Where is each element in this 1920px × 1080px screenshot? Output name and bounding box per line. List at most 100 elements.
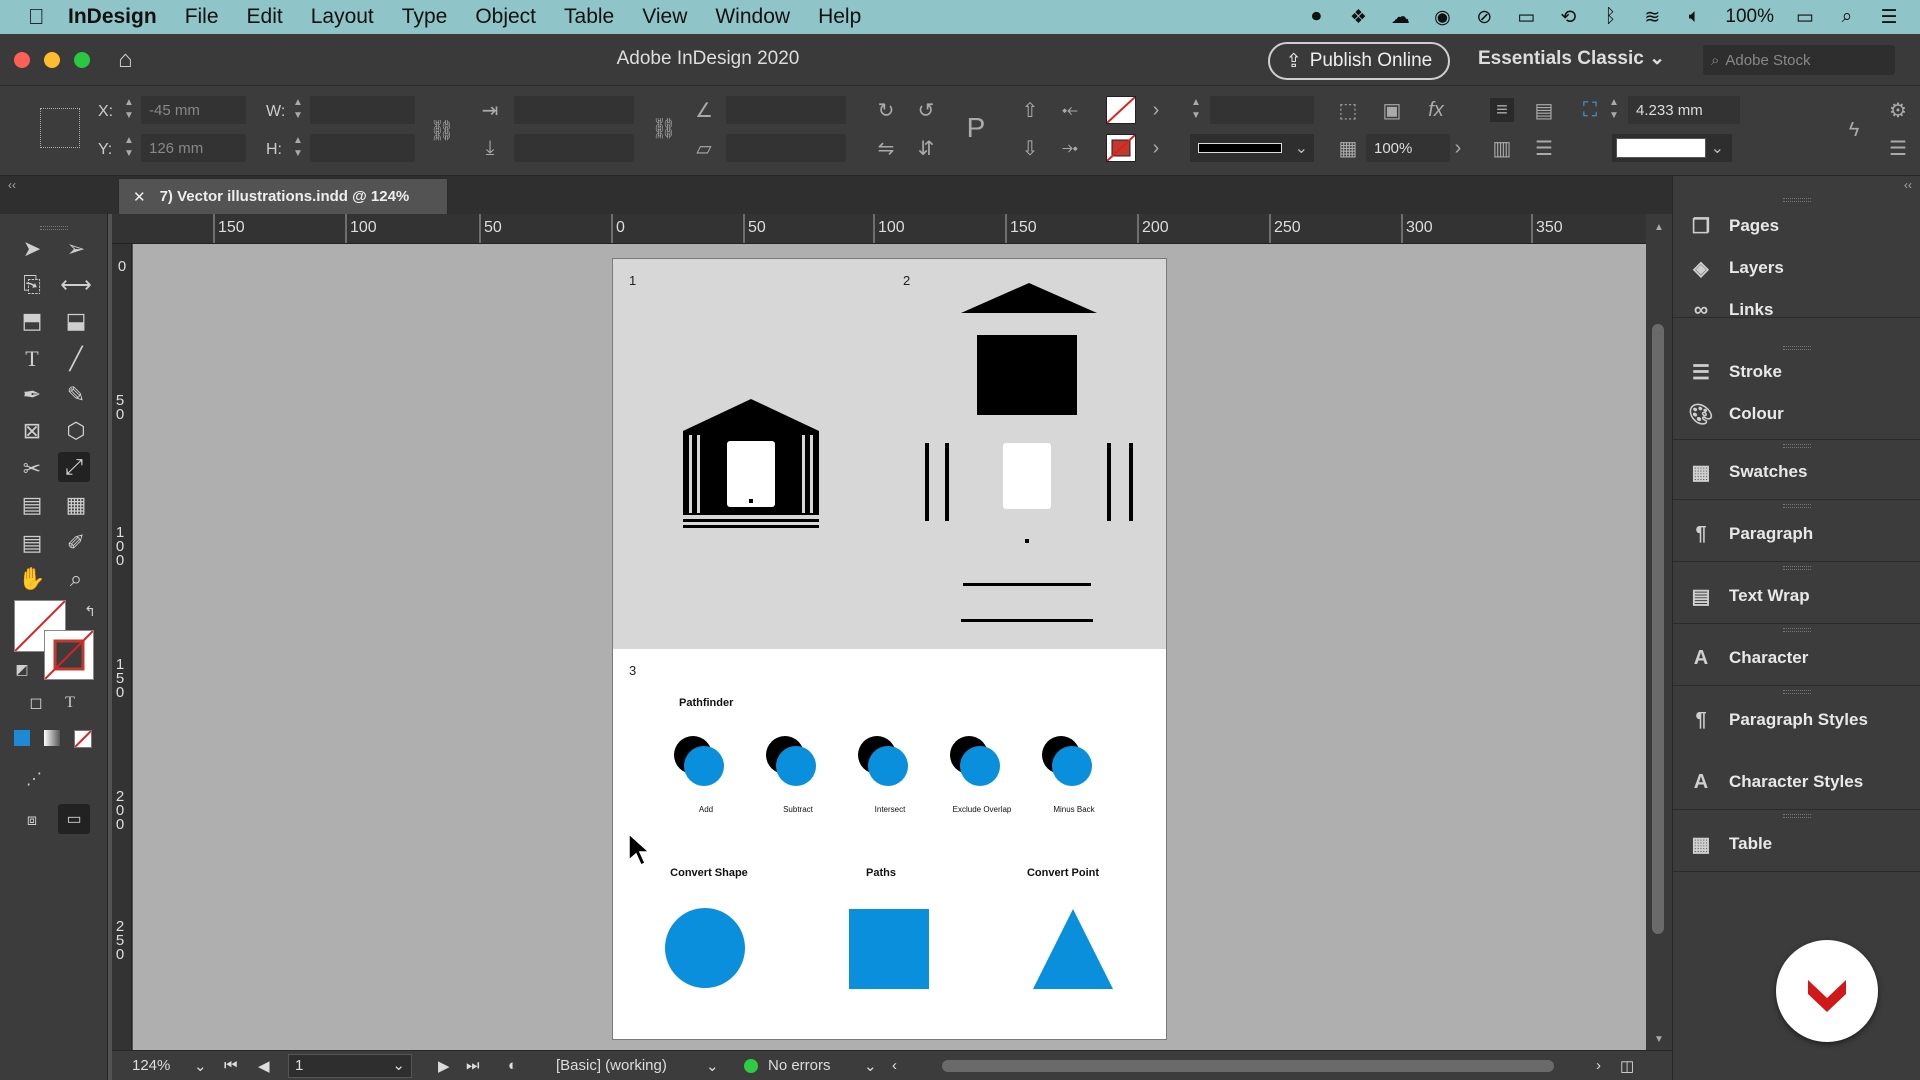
reference-point-icon[interactable] [40,108,80,148]
vertical-scroll-thumb[interactable] [1652,324,1664,934]
wifi-icon[interactable]: ≋ [1641,6,1663,28]
no-entry-icon[interactable]: ⊘ [1473,6,1495,28]
scroll-right-icon[interactable]: › [1596,1057,1601,1074]
volume-icon[interactable]: 🔈︎ [1683,6,1705,28]
document-page[interactable]: 1 2 3 Pathfinder Add Subtract Intersect … [612,258,1167,1040]
blue-square-shape[interactable] [849,909,931,991]
creative-cloud-icon[interactable]: ◉ [1431,6,1453,28]
h-stepper[interactable]: ▲ ▼ [292,134,304,162]
opacity-chevron-icon[interactable]: › [1446,136,1470,160]
panel-grip[interactable] [1783,690,1811,694]
airplay-icon[interactable]: ▭ [1515,6,1537,28]
w-stepper[interactable]: ▲ ▼ [292,96,304,124]
menu-help[interactable]: Help [818,5,861,29]
normal-mode-icon[interactable]: ⧈ [16,806,48,836]
adobe-stock-search[interactable]: ⌕ Adobe Stock [1703,45,1895,75]
auto-fit-icon[interactable]: ⛶ [1578,98,1602,122]
collapse-panels-icon[interactable]: ‹‹ [1904,178,1912,192]
drop-shadow-icon[interactable]: ▣ [1380,98,1404,122]
pen-tool-icon[interactable]: ✒ [16,380,48,410]
stroke-type-select[interactable]: ⌄ [1190,134,1314,162]
panel-grip[interactable] [1783,444,1811,448]
x-stepper[interactable]: ▲ ▼ [123,96,135,124]
previous-page-icon[interactable]: ◀ [258,1057,270,1075]
panel-tab-text-wrap[interactable]: ▤ Text Wrap [1687,576,1810,616]
fit-frame-icon[interactable]: ⬚ [1336,98,1360,122]
panel-tab-pages[interactable]: ❐ Pages [1687,206,1779,246]
scissors-tool-icon[interactable]: ✂ [16,454,48,484]
preview-mode-icon[interactable]: ▭ [58,804,90,834]
rectangle-frame-tool-icon[interactable]: ⊠ [16,416,48,446]
toolbox-grip[interactable] [40,226,68,230]
fill-menu-chevron-icon[interactable]: › [1144,98,1168,122]
gap-stepper[interactable]: ▲ ▼ [1608,96,1620,124]
default-colors-icon[interactable]: ◩ [6,654,38,684]
blue-triangle-shape[interactable] [1033,909,1115,991]
cloud-upload-icon[interactable]: ☁ [1389,6,1411,28]
next-page-icon[interactable]: ▶ [438,1057,450,1075]
panel-tab-links[interactable]: ∞ Links [1687,290,1774,330]
page-number-field[interactable]: 1 ⌄ [288,1054,412,1078]
flip-horizontal-icon[interactable]: ⇋ [874,136,898,160]
zoom-level[interactable]: 124% [132,1057,170,1074]
bluetooth-icon[interactable]: ᛒ [1599,6,1621,28]
text-wrap-bounding-icon[interactable]: ▤ [1532,98,1556,122]
preflight-profile-chevron-icon[interactable]: ⌄ [706,1057,719,1075]
record-icon[interactable]: ⏺ [1305,6,1327,28]
page-menu-chevron-icon[interactable]: ⌄ [392,1055,405,1077]
width-field[interactable] [310,96,415,124]
panel-tab-paragraph-styles[interactable]: ¶ Paragraph Styles [1687,700,1867,740]
panel-grip[interactable] [1783,346,1811,350]
zoom-chevron-icon[interactable]: ⌄ [194,1057,207,1075]
menu-object[interactable]: Object [475,5,536,29]
stroke-menu-chevron-icon[interactable]: › [1144,136,1168,160]
y-stepper[interactable]: ▲ ▼ [123,134,135,162]
pencil-tool-icon[interactable]: ✎ [60,380,92,410]
stroke-weight-field[interactable] [1210,96,1314,124]
y-position-field[interactable]: 126 mm [141,134,246,162]
exploded-building-illustration[interactable] [923,283,1143,633]
stroke-color-swatch[interactable] [44,630,94,680]
panel-grip[interactable] [1783,566,1811,570]
time-machine-icon[interactable]: ⟲ [1557,6,1579,28]
scale-x-field[interactable] [514,96,634,124]
gradient-feather-tool-icon[interactable]: ▦ [60,490,92,520]
text-wrap-shape-icon[interactable]: ▥ [1490,136,1514,160]
menu-edit[interactable]: Edit [247,5,283,29]
scroll-left-icon[interactable]: ‹ [892,1057,897,1074]
apply-color-icon[interactable] [14,730,30,746]
constrain-proportions-icon[interactable]: ⛓ [429,118,454,142]
x-position-field[interactable]: -45 mm [141,96,246,124]
settings-gear-icon[interactable]: ⚙ [1886,98,1910,122]
panel-tab-stroke[interactable]: ☰ Stroke [1687,352,1782,392]
page-tool-icon[interactable]: ⎘ [16,270,48,300]
panel-menu-icon[interactable]: ☰ [1886,136,1910,160]
select-content-icon[interactable]: ⇩ [1018,136,1042,160]
pasteboard[interactable]: 1 2 3 Pathfinder Add Subtract Intersect … [133,244,1646,1050]
menu-file[interactable]: File [185,5,219,29]
preflight-profile[interactable]: [Basic] (working) [556,1057,667,1074]
blue-circle-shape[interactable] [665,907,755,997]
battery-icon[interactable]: ▭ [1794,6,1816,28]
flip-vertical-icon[interactable]: ⇵ [914,136,938,160]
collapse-toolbox-icon[interactable]: ‹‹ [8,178,16,192]
open-document-icon[interactable]: ◐ [508,1057,517,1074]
menu-layout[interactable]: Layout [311,5,374,29]
first-page-icon[interactable]: ⏮ [224,1057,238,1074]
rotation-angle-field[interactable] [726,96,846,124]
menu-window[interactable]: Window [715,5,790,29]
rotate-counterclockwise-icon[interactable]: ↺ [914,98,938,122]
preflight-menu-chevron-icon[interactable]: ⌄ [864,1057,877,1075]
pathfinder-icons[interactable] [673,735,1133,791]
building-illustration[interactable] [683,399,819,535]
apply-gradient-icon[interactable] [44,730,60,746]
notification-center-icon[interactable]: ☰ [1878,6,1900,28]
stroke-weight-stepper[interactable]: ▲ ▼ [1190,96,1202,124]
quick-apply-lightning-icon[interactable]: ϟ [1842,118,1866,142]
gap-tool-icon[interactable]: ⟷ [60,270,92,300]
note-tool-icon[interactable]: ▤ [16,528,48,558]
constrain-scale-icon[interactable]: ⛓ [651,116,676,140]
apply-none-icon[interactable] [74,730,92,748]
menu-app-name[interactable]: InDesign [68,5,157,29]
swap-colors-icon[interactable]: ↰ [74,596,106,626]
